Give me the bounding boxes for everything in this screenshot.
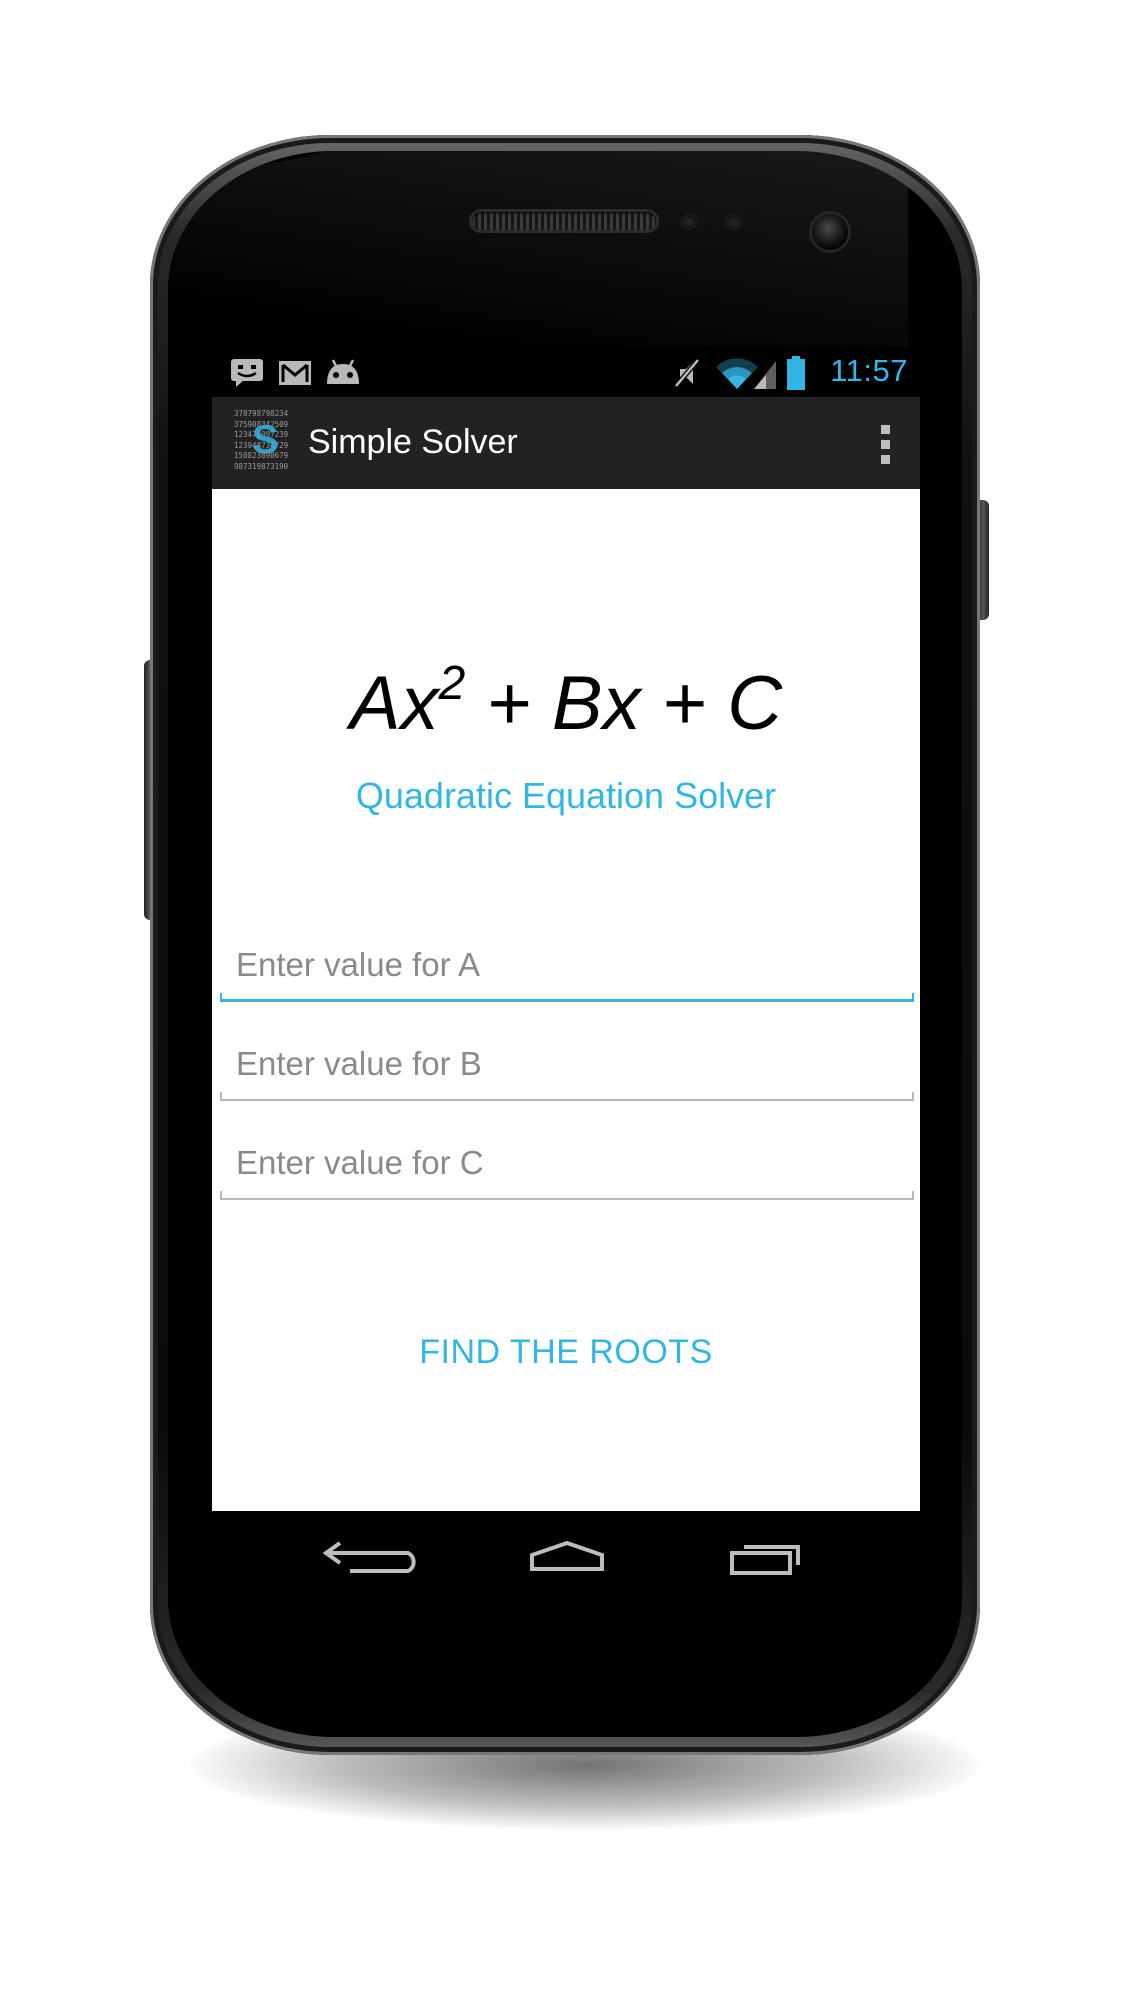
action-bar: 378798798234 375908342509 123475097239 1…: [212, 397, 920, 489]
home-icon[interactable]: [512, 1523, 622, 1593]
overflow-dot: [881, 425, 890, 434]
value-a-field: [220, 932, 914, 1002]
status-clock: 11:57: [830, 353, 908, 388]
front-camera-icon: [812, 214, 848, 250]
field-underline: [220, 1099, 914, 1101]
logo-digits-row: 987319873190: [234, 461, 289, 471]
field-tick: [912, 1092, 914, 1101]
app-title: Simple Solver: [308, 423, 518, 461]
overflow-dot: [881, 440, 890, 449]
field-tick: [220, 1092, 222, 1101]
back-icon[interactable]: [310, 1523, 420, 1593]
field-tick: [912, 993, 914, 1002]
field-underline: [220, 999, 914, 1002]
chat-notification-icon: [231, 359, 263, 387]
device-frame: 11:57 378798798234 375908342509 12347509…: [0, 0, 1148, 1994]
logo-letter: S: [252, 418, 279, 462]
field-tick: [220, 1191, 222, 1200]
page-subtitle: Quadratic Equation Solver: [355, 775, 777, 816]
equation-part-1: Ax: [349, 661, 439, 746]
equation-part-2: + Bx + C: [465, 661, 783, 746]
field-underline: [220, 1198, 914, 1200]
wifi-icon: [716, 358, 776, 389]
find-roots-button[interactable]: FIND THE ROOTS: [366, 1307, 766, 1397]
simple-solver-logo-icon[interactable]: 378798798234 375908342509 123475097239 1…: [234, 409, 298, 475]
navigation-bar: [212, 1511, 920, 1604]
value-c-field: [220, 1130, 914, 1200]
recent-apps-icon[interactable]: [712, 1523, 822, 1593]
muted-icon: [674, 358, 700, 388]
value-c-input[interactable]: [220, 1130, 914, 1196]
overflow-dot: [881, 455, 890, 464]
android-icon: [327, 359, 359, 384]
equation-exponent: 2: [438, 657, 466, 710]
screen: 11:57 378798798234 375908342509 12347509…: [212, 347, 920, 1604]
status-bar: 11:57: [212, 347, 920, 397]
main-content: Ax2 + Bx + C Quadratic Equation Solver E…: [212, 489, 920, 1511]
light-sensor: [727, 216, 741, 228]
proximity-sensor: [682, 216, 696, 228]
earpiece-speaker: [472, 212, 656, 230]
value-b-field: [220, 1031, 914, 1101]
field-tick: [912, 1191, 914, 1200]
overflow-menu-icon[interactable]: [870, 421, 900, 467]
value-b-input[interactable]: [220, 1031, 914, 1097]
gmail-icon: [279, 361, 311, 385]
field-tick: [220, 993, 222, 1002]
equation-heading: Ax2 + Bx + C: [212, 659, 920, 749]
value-a-input[interactable]: [220, 932, 914, 998]
battery-icon: [787, 356, 805, 390]
